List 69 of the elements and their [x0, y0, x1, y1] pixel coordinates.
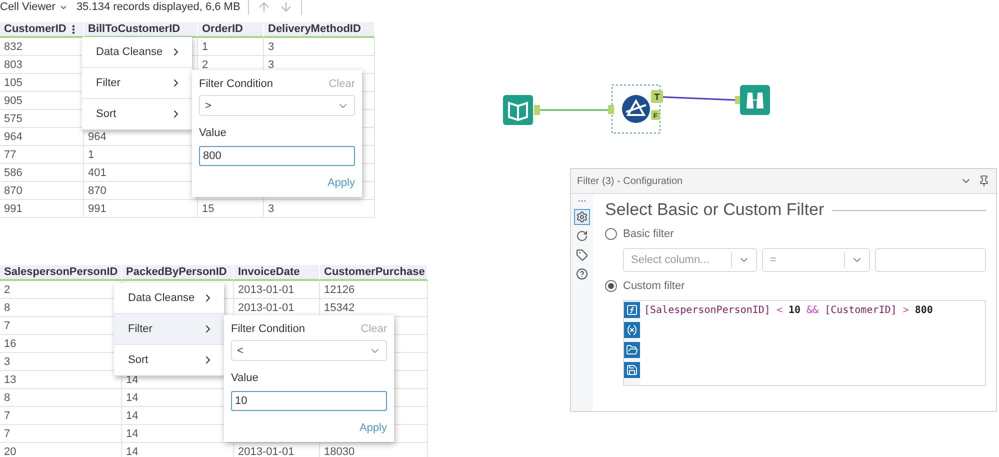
value-input[interactable]: 10	[231, 391, 387, 411]
table-cell: 20	[0, 443, 122, 457]
menu-item[interactable]: Filter	[114, 314, 224, 345]
folder-icon[interactable]	[624, 342, 640, 358]
viewer-title[interactable]: Cell Viewer	[0, 1, 56, 13]
column-header[interactable]: InvoiceDate	[234, 265, 320, 281]
panel-title: Filter (3) - Configuration	[577, 176, 683, 186]
radio-label[interactable]: Custom filter	[623, 280, 685, 292]
table-cell: 8	[0, 389, 122, 407]
condition-select[interactable]: <	[231, 340, 387, 362]
menu-item[interactable]: Data Cleanse	[114, 283, 224, 314]
table-cell: 7	[0, 425, 122, 443]
table-cell: 15	[198, 200, 264, 218]
popup-title: Filter Condition	[231, 323, 305, 335]
table-cell: 586	[0, 164, 84, 182]
table-cell: 18030	[320, 443, 428, 457]
rotate-tab[interactable]	[574, 228, 590, 244]
help-tab[interactable]	[574, 266, 590, 282]
radio-button[interactable]	[605, 280, 617, 292]
column-header[interactable]: CustomerPurchase	[320, 265, 428, 281]
value-label: Value	[199, 127, 226, 140]
expression-code: [SalespersonPersonID] < 10 && [CustomerID] > 800	[643, 304, 934, 318]
tag-tab[interactable]	[574, 247, 590, 263]
input-tool-icon[interactable]	[503, 95, 533, 125]
table-cell: 2013-01-01	[234, 443, 320, 457]
settings-tab[interactable]	[574, 209, 590, 225]
table-cell: 3	[264, 200, 375, 218]
table-cell: 2013-01-01	[234, 281, 320, 299]
table-cell: 1	[198, 38, 264, 56]
table-cell: 991	[84, 200, 198, 218]
table-cell: 7	[0, 407, 122, 425]
table-cell: 12126	[320, 281, 428, 299]
column-header[interactable]: DeliveryMethodID	[264, 22, 375, 38]
column-header[interactable]: OrderID	[198, 22, 264, 38]
anchor-label: T	[654, 92, 660, 102]
expression-editor[interactable]: [SalespersonPersonID] < 10 && [CustomerID] > 800	[623, 300, 986, 386]
menu-item[interactable]: Sort	[114, 345, 224, 376]
records-summary: 35.134 records displayed, 6,6 MB	[76, 1, 240, 13]
menu-item[interactable]: Sort	[82, 99, 192, 130]
save-icon[interactable]	[624, 362, 640, 378]
table-cell: 964	[0, 128, 84, 146]
value-input[interactable]: 800	[199, 146, 355, 166]
table-cell: 14	[122, 443, 234, 457]
table-cell: 77	[0, 146, 84, 164]
popup-title: Filter Condition	[199, 78, 273, 90]
filter-tool-icon[interactable]	[622, 95, 650, 123]
value-label: Value	[231, 372, 258, 384]
table-cell: 3	[264, 38, 375, 56]
output-anchor[interactable]	[651, 110, 660, 120]
column-header[interactable]: CustomerID	[0, 22, 84, 38]
column-header[interactable]: SalespersonPersonID	[0, 265, 122, 281]
variable-icon[interactable]	[624, 322, 640, 338]
radio-button[interactable]	[605, 228, 617, 240]
table-cell: 870	[0, 182, 84, 200]
column-header[interactable]: PackedByPersonID	[122, 265, 234, 281]
pin-icon[interactable]	[978, 175, 990, 187]
menu-item[interactable]: Filter	[82, 68, 192, 99]
condition-select[interactable]: >	[199, 95, 355, 116]
output-anchor[interactable]	[651, 90, 663, 103]
binoculars-icon[interactable]	[740, 85, 770, 115]
table-cell: 991	[0, 200, 84, 218]
function-icon[interactable]	[624, 302, 640, 318]
input-anchor[interactable]	[608, 105, 614, 114]
menu-item[interactable]: Data Cleanse	[82, 37, 192, 68]
column-header[interactable]: BillToCustomerID	[84, 22, 198, 38]
connector-line	[540, 109, 608, 111]
radio-label[interactable]: Basic filter	[623, 228, 674, 240]
value-field[interactable]	[875, 248, 986, 272]
section-heading: Select Basic or Custom Filter	[605, 200, 824, 220]
